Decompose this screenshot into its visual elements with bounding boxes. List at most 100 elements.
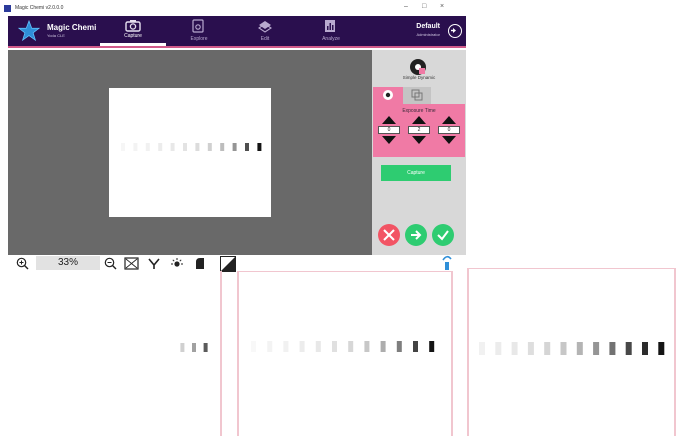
tab-simple-mode[interactable]: [373, 87, 403, 104]
info-icon[interactable]: [440, 255, 454, 271]
thumbnail-1[interactable]: [8, 271, 222, 436]
exposure-title: Exposure Time: [402, 108, 436, 114]
blot-band: [158, 143, 163, 151]
blot-band: [267, 341, 273, 352]
close-button[interactable]: ×: [440, 3, 444, 10]
thumbnail-bands: [180, 343, 208, 352]
blot-band: [380, 341, 386, 352]
blot-band: [283, 341, 289, 352]
close-icon: [383, 229, 395, 241]
next-button[interactable]: [405, 224, 427, 246]
blot-band: [192, 343, 196, 352]
app-header: Magic Chemi Yoda CLE Capture Explore Edi…: [8, 16, 466, 48]
thumbnail-3[interactable]: [467, 268, 676, 436]
brand-name: Magic Chemi: [47, 23, 97, 32]
brand-subtitle: Yoda CLE: [47, 33, 65, 38]
logout-icon: [451, 28, 456, 33]
decrement-arrow-icon[interactable]: [382, 136, 396, 144]
blot-band: [364, 341, 370, 352]
app-icon: [4, 4, 11, 12]
minimize-button[interactable]: –: [404, 3, 408, 10]
exposure-value-1[interactable]: 0: [378, 126, 400, 134]
blot-band: [145, 143, 150, 151]
blot-band: [576, 342, 583, 355]
invert-icon[interactable]: [220, 256, 236, 272]
blot-band: [396, 341, 402, 352]
title-bar: Magic Chemi v2.0.0.0 – □ ×: [0, 0, 466, 16]
exposure-value-3[interactable]: 0: [438, 126, 460, 134]
blot-band: [560, 342, 567, 355]
cancel-button[interactable]: [378, 224, 400, 246]
analyze-icon: [325, 20, 335, 32]
blot-band: [527, 342, 534, 355]
tab-label: Analyze: [322, 36, 340, 42]
profile-role: Administrator: [416, 32, 440, 37]
blot-band: [203, 343, 208, 352]
captured-image: [109, 88, 271, 217]
exposure-value-2[interactable]: 2: [408, 126, 430, 134]
tab-explore[interactable]: Explore: [166, 16, 232, 46]
decrement-arrow-icon[interactable]: [412, 136, 426, 144]
gamma-icon[interactable]: [148, 257, 160, 270]
tab-label: Edit: [260, 36, 270, 42]
user-profile[interactable]: Default Administrator: [416, 23, 440, 37]
capture-panel: Simple Dynamic Exposure Time 0 2 0 Captu…: [372, 50, 466, 255]
increment-arrow-icon[interactable]: [412, 116, 426, 124]
check-icon: [437, 230, 449, 241]
blot-band: [642, 342, 648, 355]
exposure-stepper-1: 0: [377, 116, 401, 154]
brightness-icon[interactable]: [170, 257, 184, 270]
fit-to-screen-icon[interactable]: [124, 257, 139, 270]
zoom-in-icon[interactable]: [16, 257, 29, 270]
tab-analyze[interactable]: Analyze: [298, 16, 364, 46]
blot-band: [429, 341, 435, 352]
app-window: Magic Chemi v2.0.0.0 – □ × Magic Chemi Y…: [0, 0, 676, 436]
blot-band: [315, 341, 321, 352]
tab-capture[interactable]: Capture: [100, 16, 166, 46]
increment-arrow-icon[interactable]: [442, 116, 456, 124]
blot-band: [299, 341, 305, 352]
tab-edit[interactable]: Edit: [232, 16, 298, 46]
blot-band: [183, 143, 187, 151]
thumbnail-bands: [251, 341, 435, 352]
blot-band: [348, 341, 354, 352]
arrow-right-icon: [411, 230, 422, 240]
aperture-icon: [383, 90, 393, 100]
thumbnail-2[interactable]: [237, 271, 453, 436]
blot-band: [479, 342, 485, 355]
logout-button[interactable]: [448, 24, 462, 38]
blot-band: [413, 341, 418, 352]
blot-band: [251, 341, 256, 352]
blot-band: [593, 342, 600, 355]
blot-band: [170, 143, 175, 151]
edit-icon: [258, 21, 272, 33]
confirm-button[interactable]: [432, 224, 454, 246]
contrast-icon[interactable]: [194, 257, 206, 270]
tab-label: Capture: [124, 33, 142, 39]
exposure-stepper-3: 0: [437, 116, 461, 154]
blot-band: [180, 343, 185, 352]
mode-label: Simple Dynamic: [402, 75, 436, 80]
star-logo-icon: [18, 20, 40, 42]
blot-band: [133, 143, 138, 151]
blot-band: [232, 143, 237, 151]
exposure-stepper-2: 2: [407, 116, 431, 154]
decrement-arrow-icon[interactable]: [442, 136, 456, 144]
maximize-button[interactable]: □: [422, 3, 426, 10]
profile-name: Default: [416, 23, 440, 30]
blot-band: [544, 342, 551, 355]
image-preview[interactable]: [8, 50, 372, 255]
blot-band: [207, 143, 212, 151]
capture-button[interactable]: Capture: [381, 165, 451, 181]
blot-band: [658, 342, 665, 355]
image-toolbar: 33%: [8, 255, 466, 272]
increment-arrow-icon[interactable]: [382, 116, 396, 124]
exposure-time-box: Exposure Time 0 2 0: [373, 104, 465, 157]
zoom-out-icon[interactable]: [104, 257, 117, 270]
zoom-level[interactable]: 33%: [36, 256, 100, 270]
tab-multi-mode[interactable]: [403, 87, 431, 104]
blot-band: [220, 143, 225, 151]
blot-band: [332, 341, 337, 352]
blot-band: [609, 342, 616, 355]
window-title: Magic Chemi v2.0.0.0: [15, 5, 64, 11]
